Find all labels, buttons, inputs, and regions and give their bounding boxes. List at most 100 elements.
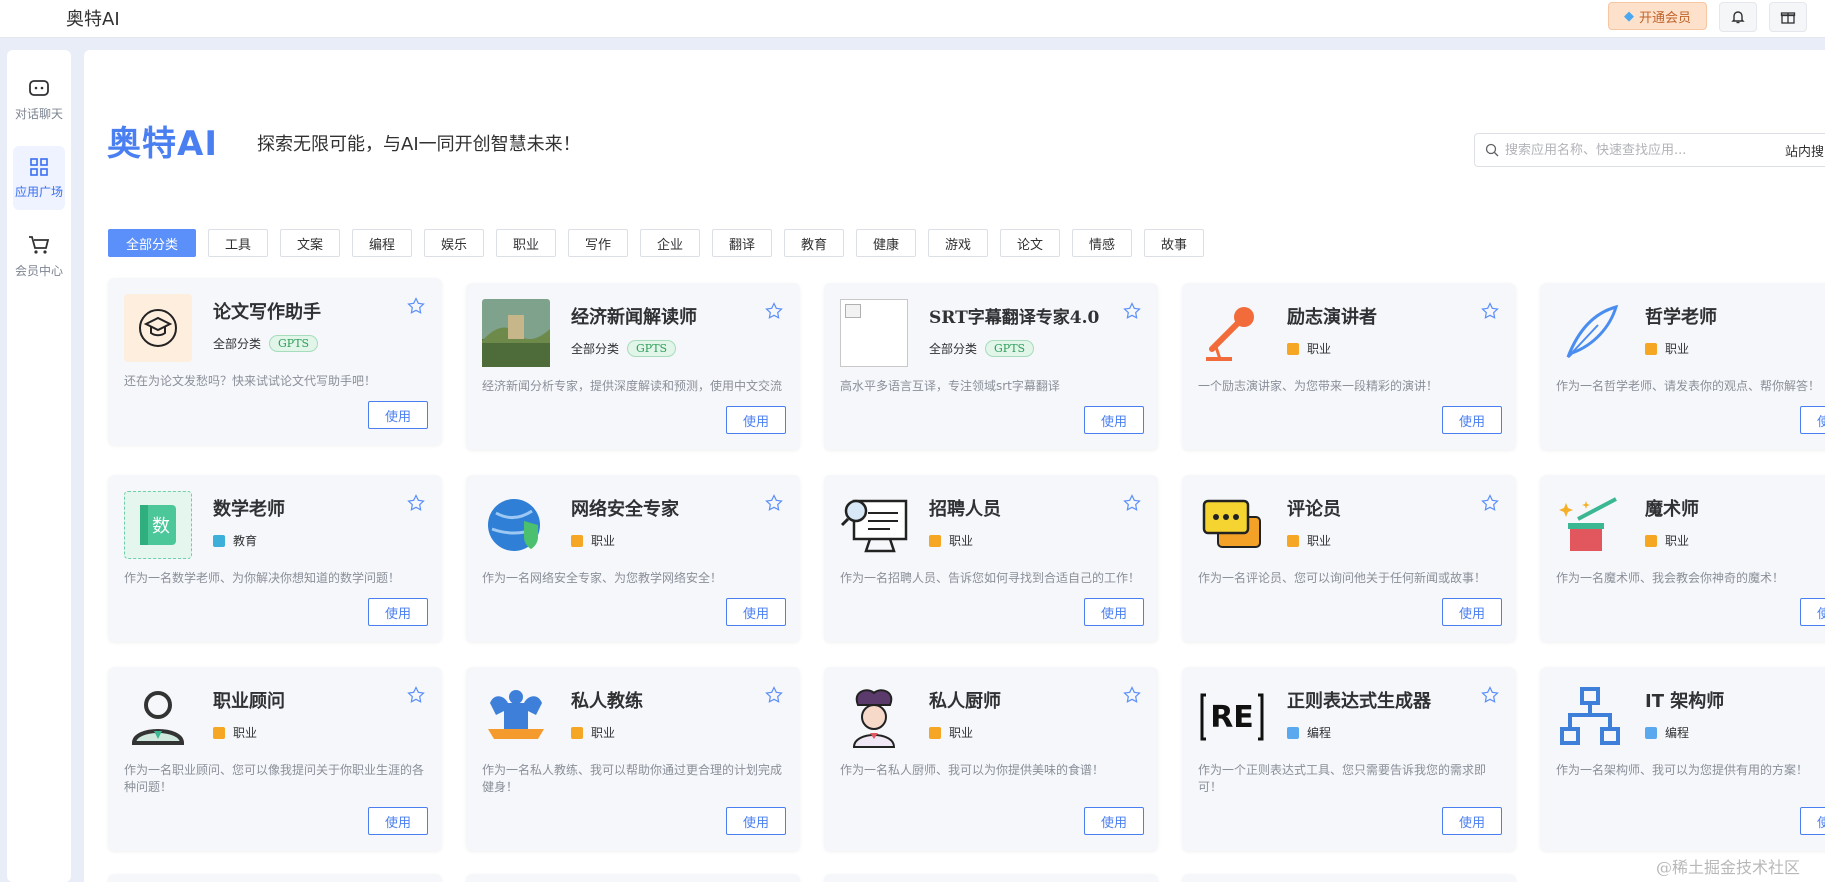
app-card[interactable]: 职业顾问 职业 作为一名职业顾问、您可以像我提问关于你职业生涯的各种问题！ 使用 (108, 667, 442, 851)
star-icon[interactable] (1123, 494, 1141, 516)
card-category: 职业 (571, 724, 615, 741)
app-card[interactable] (1182, 874, 1516, 882)
search-icon (1485, 143, 1499, 157)
card-title: 励志演讲者 (1287, 307, 1377, 328)
search-field[interactable] (1474, 133, 1774, 167)
chef-icon (840, 683, 908, 751)
category-tools[interactable]: 工具 (208, 229, 268, 257)
card-description: 作为一名数学老师、为你解决你想知道的数学问题！ (124, 571, 401, 585)
app-card[interactable]: 经济新闻解读师 全部分类 GPTS 经济新闻分析专家，提供深度解读和预测，使用中… (466, 283, 800, 450)
card-category-label: 职业 (1307, 342, 1332, 356)
category-programming[interactable]: 编程 (352, 229, 412, 257)
star-icon[interactable] (765, 302, 783, 324)
star-icon[interactable] (1481, 302, 1499, 324)
star-icon[interactable] (1481, 494, 1499, 516)
code-icon (1287, 726, 1299, 739)
star-icon[interactable] (765, 686, 783, 708)
app-card[interactable]: RE 正则表达式生成器 编程 作为一个正则表达式工具、您只需要告诉我您的需求即可… (1182, 667, 1516, 851)
star-icon[interactable] (407, 686, 425, 708)
star-icon[interactable] (407, 297, 425, 319)
category-copywriting[interactable]: 文案 (280, 229, 340, 257)
chat-icon (29, 79, 49, 96)
brand-title[interactable]: 奥特AI (66, 5, 120, 31)
diamond-icon: ◆ (1623, 8, 1634, 24)
card-category-label: 职业 (1665, 534, 1690, 548)
category-all[interactable]: 全部分类 (108, 229, 196, 257)
card-category: 全部分类 GPTS (213, 335, 319, 352)
star-icon[interactable] (1481, 686, 1499, 708)
app-card[interactable]: 励志演讲者 职业 一个励志演讲家、为您带来一段精彩的演讲！ 使用 (1182, 283, 1516, 450)
card-category: 职业 (1287, 532, 1331, 549)
star-icon[interactable] (1123, 686, 1141, 708)
app-card[interactable]: IT 架构师 编程 作为一名架构师、我可以为您提供有用的方案！ 使用 (1540, 667, 1825, 851)
star-icon[interactable] (765, 494, 783, 516)
use-button[interactable]: 使用 (1442, 406, 1502, 434)
use-button[interactable]: 使用 (1442, 807, 1502, 835)
use-button[interactable]: 使用 (1442, 598, 1502, 626)
use-button[interactable]: 使用 (1800, 598, 1825, 626)
use-button[interactable]: 使用 (726, 807, 786, 835)
gpts-badge: GPTS (985, 340, 1035, 357)
use-button[interactable]: 使用 (1084, 406, 1144, 434)
open-membership-button[interactable]: ◆ 开通会员 (1608, 2, 1707, 30)
card-category: 全部分类 GPTS (929, 340, 1035, 357)
sidebar-item-chat[interactable]: 对话聊天 (13, 68, 65, 132)
card-category: 职业 (1645, 532, 1689, 549)
microphone-icon (1198, 299, 1266, 367)
card-title: 私人厨师 (929, 691, 1001, 712)
use-button[interactable]: 使用 (726, 406, 786, 434)
category-translation[interactable]: 翻译 (712, 229, 772, 257)
app-card[interactable]: 数 数学老师 教育 作为一名数学老师、为你解决你想知道的数学问题！ 使用 (108, 475, 442, 642)
category-writing[interactable]: 写作 (568, 229, 628, 257)
use-button[interactable]: 使用 (1800, 807, 1825, 835)
app-card[interactable]: 招聘人员 职业 作为一名招聘人员、告诉您如何寻找到合适自己的工作！ 使用 (824, 475, 1158, 642)
star-icon[interactable] (1123, 302, 1141, 324)
app-card[interactable] (108, 874, 442, 882)
site-search-button[interactable]: 站内搜 (1773, 133, 1825, 167)
app-card[interactable] (824, 874, 1158, 882)
card-category: 职业 (929, 724, 973, 741)
category-papers[interactable]: 论文 (1000, 229, 1060, 257)
gift-button[interactable] (1769, 2, 1807, 32)
notification-button[interactable] (1719, 2, 1757, 32)
app-card[interactable]: 论文写作助手 全部分类 GPTS 还在为论文发愁吗？快来试试论文代写助手吧！ 使… (108, 278, 442, 445)
card-category: 职业 (1287, 340, 1331, 357)
card-category-label: 职业 (949, 534, 974, 548)
use-button[interactable]: 使用 (368, 807, 428, 835)
app-card[interactable] (466, 874, 800, 882)
app-card[interactable]: 魔术师 职业 作为一名魔术师、我会教会你神奇的魔术！ 使用 (1540, 475, 1825, 642)
category-games[interactable]: 游戏 (928, 229, 988, 257)
app-card[interactable]: 评论员 职业 作为一名评论员、您可以询问他关于任何新闻或故事！ 使用 (1182, 475, 1516, 642)
use-button[interactable]: 使用 (1084, 807, 1144, 835)
star-icon[interactable] (407, 494, 425, 516)
app-card[interactable]: 私人教练 职业 作为一名私人教练、我可以帮助你通过更合理的计划完成健身！ 使用 (466, 667, 800, 851)
card-category: 教育 (213, 532, 257, 549)
card-title: 数学老师 (213, 499, 285, 520)
app-card[interactable]: 私人厨师 职业 作为一名私人厨师、我可以为你提供美味的食谱！ 使用 (824, 667, 1158, 851)
card-title: 论文写作助手 (213, 302, 321, 323)
category-education[interactable]: 教育 (784, 229, 844, 257)
app-card[interactable]: 网络安全专家 职业 作为一名网络安全专家、为您教学网络安全！ 使用 (466, 475, 800, 642)
card-title: 网络安全专家 (571, 499, 679, 520)
use-button[interactable]: 使用 (1084, 598, 1144, 626)
category-enterprise[interactable]: 企业 (640, 229, 700, 257)
category-entertainment[interactable]: 娱乐 (424, 229, 484, 257)
app-card[interactable]: SRT字幕翻译专家4.0 全部分类 GPTS 高水平多语言互译，专注领域srt字… (824, 283, 1158, 450)
card-category-label: 职业 (1665, 342, 1690, 356)
category-career[interactable]: 职业 (496, 229, 556, 257)
category-emotion[interactable]: 情感 (1072, 229, 1132, 257)
bell-icon (1731, 11, 1745, 24)
hero-title: 奥特AI (107, 124, 218, 164)
category-health[interactable]: 健康 (856, 229, 916, 257)
search-input[interactable] (1505, 142, 1765, 158)
use-button[interactable]: 使用 (1800, 406, 1825, 434)
sidebar-item-member-center[interactable]: 会员中心 (13, 224, 65, 288)
app-card[interactable]: 哲学老师 职业 作为一名哲学老师、请发表你的观点、帮你解答！ 使用 (1540, 283, 1825, 450)
use-button[interactable]: 使用 (368, 598, 428, 626)
category-story[interactable]: 故事 (1144, 229, 1204, 257)
use-button[interactable]: 使用 (368, 401, 428, 429)
education-icon (213, 534, 225, 547)
use-button[interactable]: 使用 (726, 598, 786, 626)
sidebar-item-app-square[interactable]: 应用广场 (13, 146, 65, 210)
card-category-label: 职业 (591, 534, 616, 548)
